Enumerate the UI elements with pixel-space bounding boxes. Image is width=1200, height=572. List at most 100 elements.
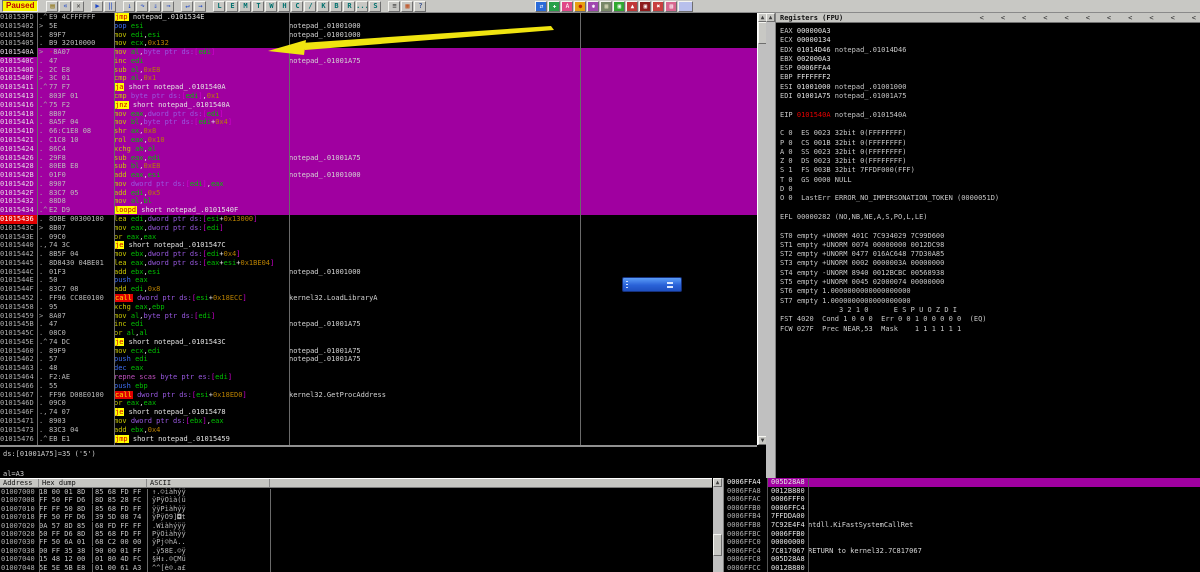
- dump-row[interactable]: 01007028 50 FF D6 8D 85 68 FD FF PÿÖìàhýÿ: [0, 529, 712, 538]
- instruction-address[interactable]: 01015462: [0, 355, 37, 364]
- registers-body[interactable]: EAX 000000A3 ECX 00000134 EDX 01014D46 not…: [776, 23, 1200, 478]
- register-line[interactable]: EFL 00000282 (NO,NB,NE,A,S,PO,L,LE): [780, 213, 1200, 222]
- animate-into-button[interactable]: ⇓: [149, 0, 162, 12]
- instruction-address[interactable]: 0101540A: [0, 48, 37, 57]
- instruction-address[interactable]: 0101544F: [0, 285, 37, 294]
- instruction-address[interactable]: 01015442: [0, 250, 37, 259]
- instruction-address[interactable]: 01015471: [0, 417, 37, 426]
- instruction-address[interactable]: 01015466: [0, 382, 37, 391]
- register-line[interactable]: A 0 SS 0023 32bit 0(FFFFFFFF): [780, 148, 1200, 157]
- dump-row[interactable]: 01007018 FF 50 FF D6 39 5D 08 74 ÿPÿÖ9]◘t: [0, 513, 712, 522]
- window-button-B[interactable]: B: [330, 0, 343, 12]
- collapse-marks[interactable]: < < < < < < < < < < <: [980, 14, 1196, 22]
- register-line[interactable]: FCW 027F Prec NEAR,53 Mask 1 1 1 1 1 1: [780, 325, 1200, 334]
- until-return-button[interactable]: ↵: [181, 0, 194, 12]
- stack-pane[interactable]: ▲ 0006FFA4 005D28A8 0006FFA8 0012B880 0006FF…: [713, 478, 1200, 572]
- instruction-address[interactable]: 0101541D: [0, 127, 37, 136]
- register-line[interactable]: ST1 empty +UNORM 0074 00000000 0012DC98: [780, 241, 1200, 250]
- run-button[interactable]: ▶: [91, 0, 104, 12]
- help-button[interactable]: ?: [414, 0, 427, 12]
- instruction-address[interactable]: 01015416: [0, 101, 37, 110]
- register-line[interactable]: C 0 ES 0023 32bit 0(FFFFFFFF): [780, 129, 1200, 138]
- register-line[interactable]: ESI 01001000 notepad_.01001000: [780, 83, 1200, 92]
- instruction-address[interactable]: 01015426: [0, 154, 37, 163]
- dump-row[interactable]: 01007008 FF 50 FF D6 8D 85 28 FC ÿPÿÖìà(ü: [0, 496, 712, 505]
- window-button-C[interactable]: C: [291, 0, 304, 12]
- collapse-mark-icon[interactable]: <: [1107, 14, 1111, 22]
- register-line[interactable]: D 0: [780, 185, 1200, 194]
- instruction-address[interactable]: 01015459: [0, 312, 37, 321]
- register-line[interactable]: ST3 empty +UNORM 0002 0000003A 00000000: [780, 259, 1200, 268]
- instruction-address[interactable]: 0101543E: [0, 233, 37, 242]
- dump-row[interactable]: 01007048 5E 5E 5B E8 01 00 61 A3 ^^[è☺.a£: [0, 563, 712, 572]
- register-line[interactable]: [780, 222, 1200, 231]
- register-line[interactable]: Z 0 DS 0023 32bit 0(FFFFFFFF): [780, 157, 1200, 166]
- instruction-address[interactable]: 0101542B: [0, 171, 37, 180]
- instruction-address[interactable]: 0101540C: [0, 57, 37, 66]
- register-line[interactable]: [780, 204, 1200, 213]
- plugin-button-3[interactable]: A: [561, 0, 574, 12]
- plugin-button-1[interactable]: ⇄: [535, 0, 548, 12]
- plugin-button-6[interactable]: ▦: [600, 0, 613, 12]
- column-divider[interactable]: [147, 489, 148, 572]
- instruction-address[interactable]: 01015418: [0, 110, 37, 119]
- instruction-address[interactable]: 0101544E: [0, 276, 37, 285]
- collapse-mark-icon[interactable]: <: [1128, 14, 1132, 22]
- register-line[interactable]: O 0 LastErr ERROR_NO_IMPERSONATION_TOKEN…: [780, 194, 1200, 203]
- window-button-W[interactable]: W: [265, 0, 278, 12]
- plugin-button-12[interactable]: [678, 0, 694, 12]
- column-divider[interactable]: [270, 489, 271, 572]
- instruction-address[interactable]: 0101546D: [0, 399, 37, 408]
- window-button-patches[interactable]: /: [304, 0, 317, 12]
- register-line[interactable]: EBP FFFFFFF2: [780, 73, 1200, 82]
- collapse-mark-icon[interactable]: <: [1022, 14, 1026, 22]
- plugin-button-10[interactable]: ✖: [652, 0, 665, 12]
- scroll-up-icon[interactable]: ▲: [766, 13, 775, 22]
- collapse-mark-icon[interactable]: <: [1192, 14, 1196, 22]
- plugin-button-9[interactable]: ▣: [639, 0, 652, 12]
- stack-row[interactable]: 0006FFCC 0012B880: [724, 564, 1200, 572]
- registers-scrollbar[interactable]: ▲: [766, 13, 776, 478]
- animate-over-button[interactable]: ⇒: [162, 0, 175, 12]
- register-line[interactable]: ST4 empty -UNORM 8940 0012BCBC 00568938: [780, 269, 1200, 278]
- windows-list-button[interactable]: ≡: [388, 0, 401, 12]
- instruction-address[interactable]: 01015467: [0, 391, 37, 400]
- column-divider[interactable]: [580, 13, 581, 445]
- stack-row[interactable]: 0006FFB4 7FFDDA00: [724, 512, 1200, 521]
- collapse-mark-icon[interactable]: <: [1001, 14, 1005, 22]
- window-button-K[interactable]: K: [317, 0, 330, 12]
- collapse-mark-icon[interactable]: <: [980, 14, 984, 22]
- stack-row[interactable]: 0006FFA4 005D28A8: [724, 478, 1200, 487]
- dump-row[interactable]: 01007038 00 FF 35 38 90 00 01 FF .ÿ58É.☺ÿ: [0, 546, 712, 555]
- register-line[interactable]: [780, 120, 1200, 129]
- plugin-button-11[interactable]: ▨: [665, 0, 678, 12]
- register-line[interactable]: ECX 00000134: [780, 36, 1200, 45]
- dump-row[interactable]: 01007030 FF 50 6A 01 68 C2 00 00 ÿPj☺hÂ..: [0, 538, 712, 547]
- instruction-address[interactable]: 01015463: [0, 364, 37, 373]
- register-line[interactable]: EIP 0101540A notepad_.0101540A: [780, 111, 1200, 120]
- dump-row[interactable]: 01007010 FF FF 50 8D 85 68 FD FF ÿÿPìàhýÿ: [0, 504, 712, 513]
- collapse-mark-icon[interactable]: <: [1064, 14, 1068, 22]
- stack-row[interactable]: 0006FFC4 7C817067 RETURN to kernel32.7C817…: [724, 547, 1200, 556]
- window-button-R[interactable]: R: [343, 0, 356, 12]
- instruction-address[interactable]: 0101542D: [0, 180, 37, 189]
- register-line[interactable]: ST7 empty 1.0000000000000000000: [780, 297, 1200, 306]
- instruction-address[interactable]: 01015440: [0, 241, 37, 250]
- instruction-address[interactable]: 01015464: [0, 373, 37, 382]
- collapse-mark-icon[interactable]: <: [1171, 14, 1175, 22]
- restart-button[interactable]: «: [59, 0, 72, 12]
- plugin-button-8[interactable]: ▲: [626, 0, 639, 12]
- column-divider[interactable]: [39, 489, 40, 572]
- step-over-button[interactable]: ↷: [136, 0, 149, 12]
- register-line[interactable]: 3 2 1 0 E S P U O Z D I: [780, 306, 1200, 315]
- pause-button[interactable]: ‖: [104, 0, 117, 12]
- instruction-address[interactable]: 01015402: [0, 22, 37, 31]
- window-button-S[interactable]: S: [369, 0, 382, 12]
- close-button[interactable]: ✕: [72, 0, 85, 12]
- instruction-address[interactable]: 0101545C: [0, 329, 37, 338]
- blue-scroll-widget[interactable]: [622, 277, 682, 292]
- instruction-address[interactable]: 0101545E: [0, 338, 37, 347]
- open-file-button[interactable]: ▤: [46, 0, 59, 12]
- stack-row[interactable]: 0006FFAC 0006FFF0: [724, 495, 1200, 504]
- dump-row[interactable]: 01007000 18 00 01 8D 85 68 FD FF ↑.☺ìàhýÿ: [0, 488, 712, 496]
